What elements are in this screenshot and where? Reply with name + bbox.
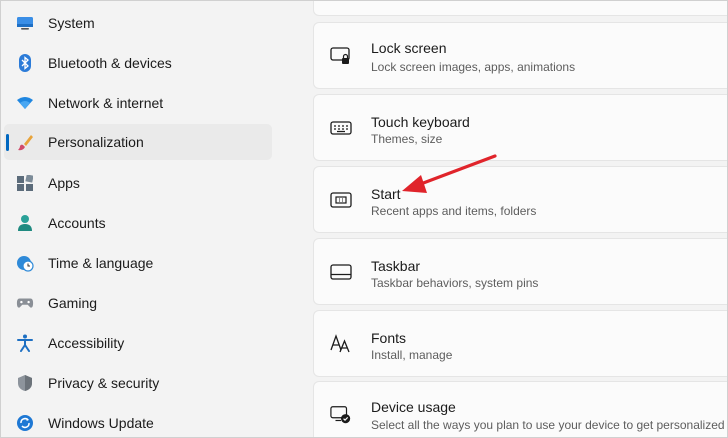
apps-icon [16, 174, 34, 192]
gamepad-icon [16, 294, 34, 312]
sidebar-item-gaming[interactable]: Gaming [4, 285, 272, 321]
keyboard-icon [330, 117, 352, 139]
sidebar-item-bluetooth[interactable]: Bluetooth & devices [4, 45, 272, 81]
card-title: Lock screen [371, 40, 447, 56]
card-subtitle: Themes, size [371, 132, 443, 146]
sidebar-item-apps[interactable]: Apps [4, 165, 272, 201]
sidebar-item-accounts[interactable]: Accounts [4, 205, 272, 241]
card-title: Start [371, 186, 401, 202]
settings-card-start[interactable]: Start Recent apps and items, folders [313, 166, 728, 233]
card-subtitle: Taskbar behaviors, system pins [371, 276, 539, 290]
sidebar-item-label: Time & language [48, 255, 154, 271]
sidebar-item-label: Bluetooth & devices [48, 55, 172, 71]
card-title: Fonts [371, 330, 407, 346]
sidebar: System Bluetooth & devices Network & int… [0, 0, 300, 438]
settings-card-taskbar[interactable]: Taskbar Taskbar behaviors, system pins [313, 238, 728, 305]
sidebar-item-label: Personalization [48, 134, 144, 150]
sidebar-item-label: Privacy & security [48, 375, 160, 391]
settings-card-partial[interactable] [313, 0, 728, 16]
card-subtitle: Lock screen images, apps, animations [371, 60, 576, 74]
card-subtitle: Install, manage [371, 348, 453, 362]
settings-card-touch-keyboard[interactable]: Touch keyboard Themes, size [313, 94, 728, 161]
sidebar-item-label: Gaming [48, 295, 98, 311]
clock-globe-icon [16, 254, 34, 272]
taskbar-icon [330, 261, 352, 283]
sidebar-item-network[interactable]: Network & internet [4, 85, 272, 121]
card-title: Device usage [371, 399, 456, 415]
sidebar-item-label: Windows Update [48, 415, 154, 431]
monitor-icon [16, 14, 34, 32]
shield-icon [16, 374, 34, 392]
sidebar-item-system[interactable]: System [4, 5, 272, 41]
selection-indicator [6, 134, 9, 151]
device-usage-icon [330, 404, 352, 426]
settings-card-device-usage[interactable]: Device usage Select all the ways you pla… [313, 381, 728, 438]
sidebar-item-label: Apps [48, 175, 80, 191]
lock-screen-icon [330, 45, 352, 67]
sidebar-item-privacy[interactable]: Privacy & security [4, 365, 272, 401]
sidebar-item-label: Network & internet [48, 95, 164, 111]
card-title: Taskbar [371, 258, 421, 274]
fonts-icon [330, 333, 352, 355]
sidebar-item-label: Accessibility [48, 335, 125, 351]
sidebar-item-label: Accounts [48, 215, 106, 231]
card-title: Touch keyboard [371, 114, 470, 130]
brush-icon [16, 133, 34, 151]
update-icon [16, 414, 34, 432]
sidebar-item-accessibility[interactable]: Accessibility [4, 325, 272, 361]
accessibility-icon [16, 334, 34, 352]
sidebar-item-time-language[interactable]: Time & language [4, 245, 272, 281]
card-subtitle: Select all the ways you plan to use your… [371, 418, 725, 432]
person-icon [16, 214, 34, 232]
sidebar-item-windows-update[interactable]: Windows Update [4, 405, 272, 438]
wifi-icon [16, 94, 34, 112]
sidebar-item-personalization[interactable]: Personalization [4, 124, 272, 160]
settings-card-fonts[interactable]: Fonts Install, manage [313, 310, 728, 377]
bluetooth-icon [16, 54, 34, 72]
card-subtitle: Recent apps and items, folders [371, 204, 537, 218]
settings-content: Lock screen Lock screen images, apps, an… [300, 0, 728, 438]
sidebar-item-label: System [48, 15, 95, 31]
start-menu-icon [330, 189, 352, 211]
settings-card-lock-screen[interactable]: Lock screen Lock screen images, apps, an… [313, 22, 728, 89]
